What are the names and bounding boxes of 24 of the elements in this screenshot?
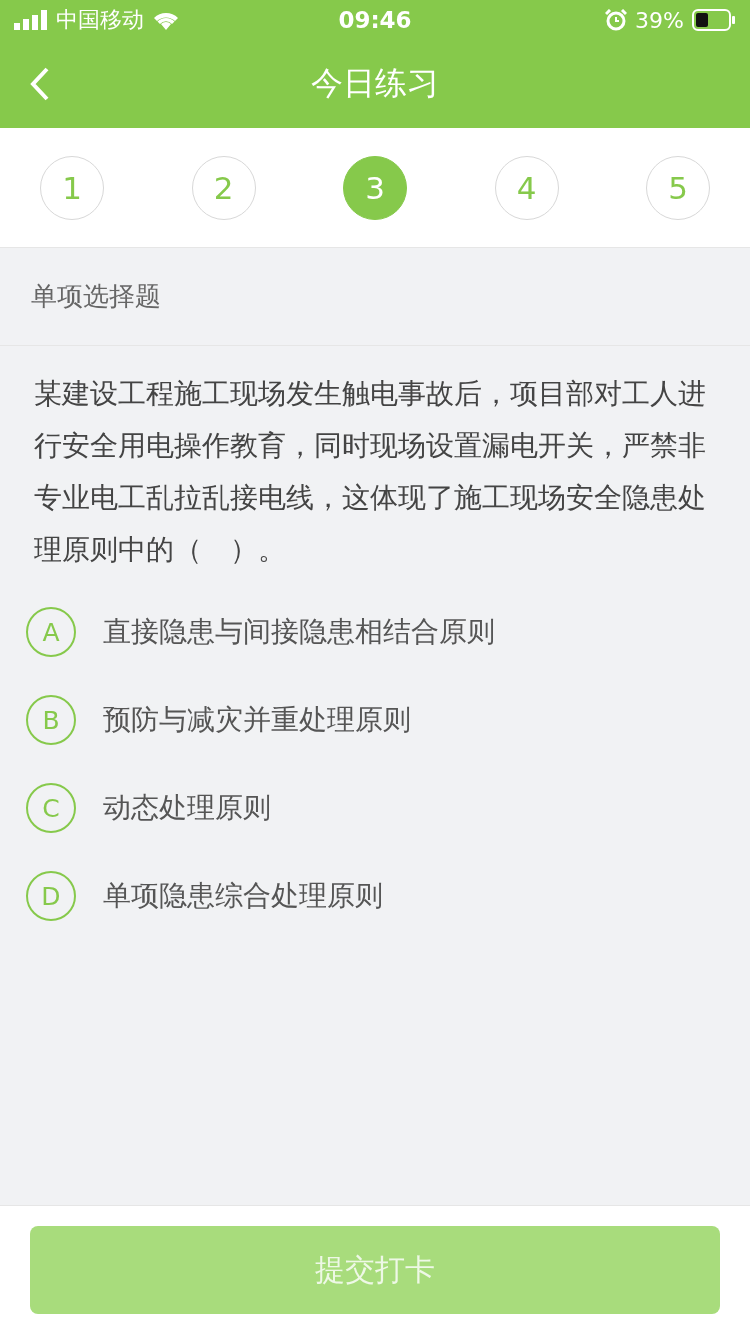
option-text[interactable]: 单项隐患综合处理原则 (103, 877, 383, 915)
signal-icon (14, 10, 48, 30)
question-number-tab[interactable]: 1 (40, 155, 104, 220)
battery-icon (692, 9, 736, 31)
option-letter[interactable]: B (26, 695, 76, 745)
question-number-tab[interactable]: 5 (646, 155, 710, 220)
question-type: 单项选择题 (31, 280, 161, 313)
back-icon[interactable] (28, 66, 50, 102)
option-letter[interactable]: D (26, 871, 76, 921)
option-text[interactable]: 预防与减灾并重处理原则 (103, 701, 411, 739)
battery-percent: 39% (635, 7, 684, 33)
wifi-icon (152, 10, 180, 30)
question-number-tab[interactable]: 3 (343, 155, 407, 220)
option-letter[interactable]: C (26, 783, 76, 833)
carrier-name: 中国移动 (56, 6, 144, 34)
question-number-tab[interactable]: 2 (191, 155, 256, 220)
question-text: 某建设工程施工现场发生触电事故后，项目部对工人进行安全用电操作教育，同时现场设置漏电开关，严禁非专业电工乱拉乱接电线，这体现了施工现场安全隐患处理原则中的（ ）。 (33, 376, 707, 568)
option-text[interactable]: 直接隐患与间接隐患相结合原则 (103, 613, 495, 651)
option-text[interactable]: 动态处理原则 (103, 789, 271, 827)
question-number-tab[interactable]: 4 (494, 155, 559, 220)
option-letter[interactable]: A (26, 607, 76, 657)
status-time: 09:46 (338, 7, 412, 33)
alarm-clock-icon (605, 9, 628, 31)
page-title: 今日练习 (311, 63, 439, 104)
